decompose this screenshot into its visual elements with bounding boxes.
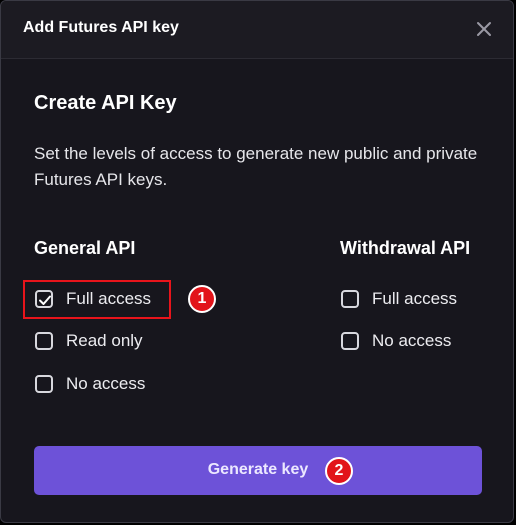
withdrawal-no-access-checkbox[interactable] (341, 332, 359, 350)
withdrawal-no-access-label: No access (372, 331, 452, 350)
generate-key-button[interactable]: Generate key (34, 446, 482, 495)
section-heading: Create API Key (34, 92, 177, 114)
step-badge-1: 1 (188, 285, 216, 313)
section-description: Set the levels of access to generate new… (34, 144, 478, 189)
generate-key-label: Generate key (207, 461, 309, 478)
withdrawal-no-access-option[interactable]: No access (341, 329, 451, 353)
general-no-access-option[interactable]: No access (35, 372, 145, 396)
step-badge-2: 2 (325, 457, 353, 485)
general-read-only-option[interactable]: Read only (35, 329, 143, 353)
withdrawal-full-access-label: Full access (372, 289, 458, 308)
general-read-only-checkbox[interactable] (35, 332, 53, 350)
highlight-box (23, 280, 171, 319)
add-api-key-dialog: Add Futures API key Create API Key Set t… (0, 0, 514, 523)
withdrawal-api-title: Withdrawal API (340, 238, 471, 258)
general-api-title: General API (34, 238, 136, 258)
general-read-only-label: Read only (66, 331, 143, 350)
close-button[interactable] (473, 18, 495, 40)
general-no-access-checkbox[interactable] (35, 375, 53, 393)
close-icon (477, 22, 491, 36)
dialog-title: Add Futures API key (23, 19, 179, 36)
dialog-header: Add Futures API key (1, 1, 513, 59)
withdrawal-full-access-option[interactable]: Full access (341, 287, 457, 311)
general-no-access-label: No access (66, 374, 146, 393)
withdrawal-full-access-checkbox[interactable] (341, 290, 359, 308)
